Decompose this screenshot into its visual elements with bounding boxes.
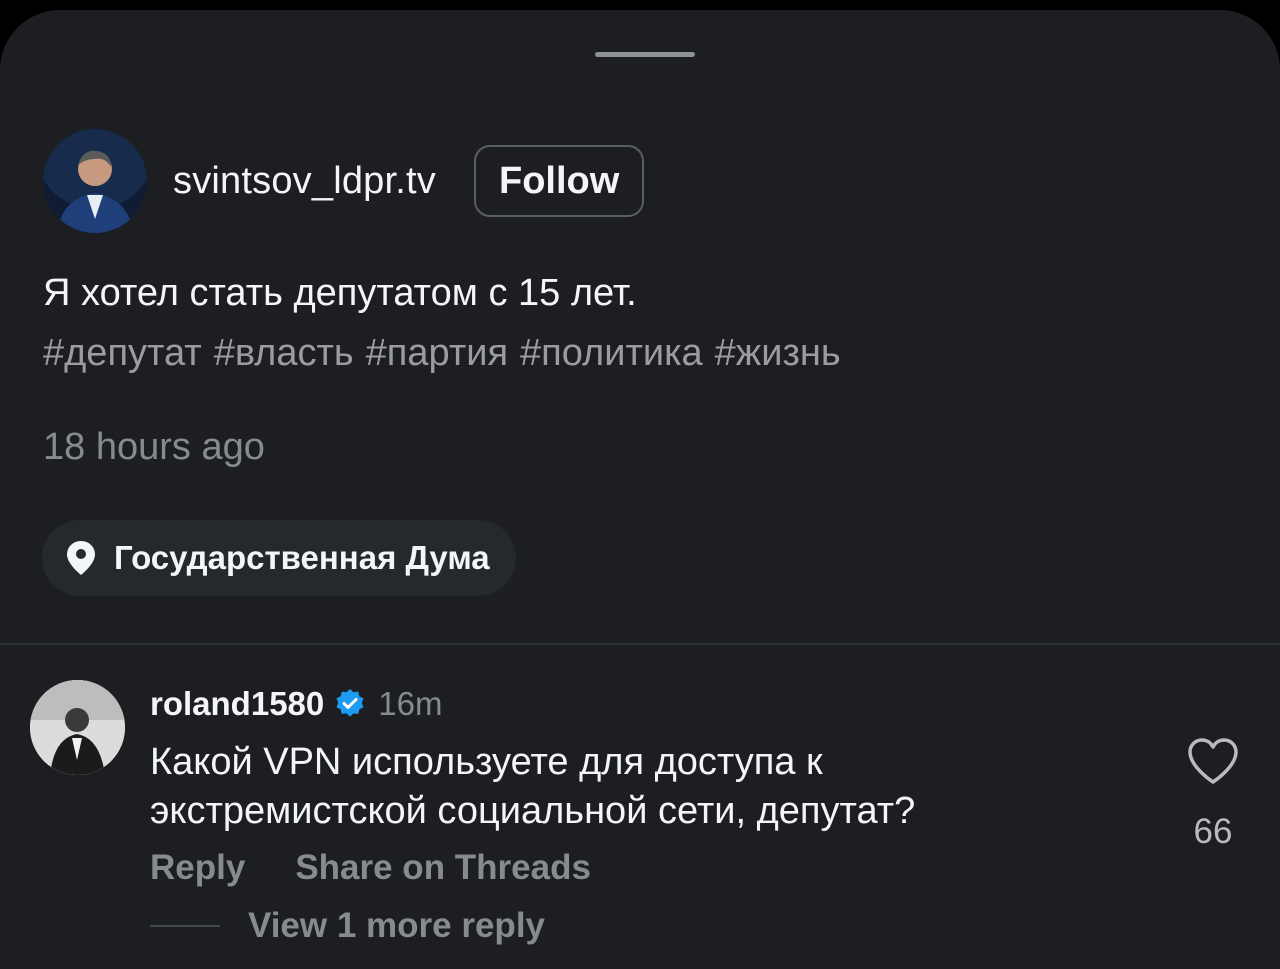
author-avatar[interactable] bbox=[43, 129, 147, 233]
hashtag-link[interactable]: #партия bbox=[366, 332, 508, 374]
location-pin-icon bbox=[67, 541, 95, 575]
hashtag-link[interactable]: #власть bbox=[214, 332, 354, 374]
comment-header: roland1580 16m bbox=[150, 682, 442, 726]
commenter-username[interactable]: roland1580 bbox=[150, 685, 324, 723]
replies-thread-line bbox=[150, 925, 220, 927]
sheet-grabber[interactable] bbox=[595, 52, 695, 57]
post-timestamp: 18 hours ago bbox=[43, 426, 265, 468]
section-divider bbox=[0, 643, 1280, 645]
comment-text-line: экстремистской социальной сети, депутат? bbox=[150, 790, 916, 832]
view-more-replies-label: View 1 more reply bbox=[248, 906, 546, 945]
author-username[interactable]: svintsov_ldpr.tv bbox=[173, 160, 436, 203]
comment-text-line: Какой VPN используете для доступа к bbox=[150, 741, 823, 783]
hashtag-link[interactable]: #жизнь bbox=[715, 332, 841, 374]
heart-icon[interactable] bbox=[1186, 736, 1240, 786]
post-sheet: svintsov_ldpr.tv Follow Я хотел стать де… bbox=[0, 10, 1280, 969]
comment-time: 16m bbox=[378, 685, 443, 722]
hashtag-link[interactable]: #политика bbox=[520, 332, 703, 374]
comment-actions: Reply Share on Threads bbox=[150, 848, 591, 888]
post-hashtags: #депутат #власть #партия #политика #жизнь bbox=[43, 332, 853, 375]
comment-text: Какой VPN используете для доступа к экст… bbox=[150, 738, 1110, 836]
location-label: Государственная Дума bbox=[114, 539, 490, 576]
verified-badge-icon bbox=[336, 689, 364, 717]
reply-button[interactable]: Reply bbox=[150, 848, 245, 888]
like-count: 66 bbox=[1193, 812, 1233, 851]
follow-button[interactable]: Follow bbox=[473, 145, 645, 217]
share-on-threads-button[interactable]: Share on Threads bbox=[295, 848, 591, 888]
post-header: svintsov_ldpr.tv Follow bbox=[43, 128, 645, 234]
post-caption: Я хотел стать депутатом с 15 лет. bbox=[43, 272, 637, 314]
hashtag-link[interactable]: #депутат bbox=[43, 332, 202, 374]
location-chip[interactable]: Государственная Дума bbox=[42, 520, 516, 596]
commenter-avatar[interactable] bbox=[30, 680, 125, 775]
view-more-replies[interactable]: View 1 more reply bbox=[150, 906, 545, 946]
